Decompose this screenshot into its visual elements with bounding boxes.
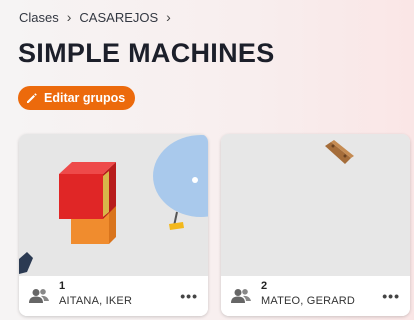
more-options-button[interactable]: ••• <box>180 288 198 304</box>
group-members: AITANA, IKER <box>59 295 133 307</box>
group-scene-preview[interactable] <box>19 134 208 276</box>
more-options-button[interactable]: ••• <box>382 288 400 304</box>
page-title: SIMPLE MACHINES <box>18 38 275 68</box>
pencil-icon <box>27 93 37 103</box>
group-card[interactable]: 2 MATEO, GERARD ••• <box>221 134 410 316</box>
group-members: MATEO, GERARD <box>261 295 356 307</box>
edit-groups-label: Editar grupos <box>44 91 126 105</box>
scene-3d-render <box>19 134 208 276</box>
breadcrumb: Clases › CASAREJOS › <box>19 9 179 25</box>
group-card-footer: 1 AITANA, IKER ••• <box>19 276 208 316</box>
chevron-right-icon: › <box>66 9 72 25</box>
edit-groups-button[interactable]: Editar grupos <box>18 86 136 110</box>
group-icon <box>231 289 251 303</box>
group-scene-preview[interactable] <box>221 134 410 276</box>
group-card-footer: 2 MATEO, GERARD ••• <box>221 276 410 316</box>
breadcrumb-class[interactable]: CASAREJOS <box>79 10 158 25</box>
chevron-right-icon: › <box>166 9 171 25</box>
group-card[interactable]: 1 AITANA, IKER ••• <box>19 134 208 316</box>
group-number: 2 <box>261 280 268 292</box>
group-icon <box>29 289 49 303</box>
scene-3d-render <box>221 134 410 276</box>
group-number: 1 <box>59 280 66 292</box>
breadcrumb-clases[interactable]: Clases <box>19 10 59 25</box>
